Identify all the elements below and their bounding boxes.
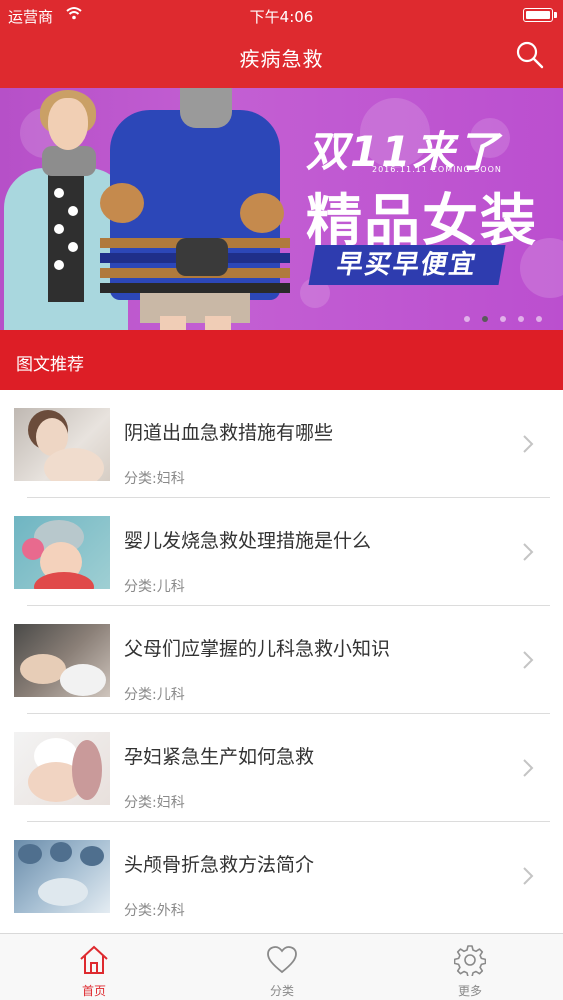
banner-fur-cuff	[100, 183, 144, 223]
article-category: 分类:妇科	[124, 471, 185, 487]
tab-more[interactable]: 更多	[376, 934, 563, 1000]
article-thumbnail	[14, 840, 110, 913]
banner-model2-bag	[176, 238, 228, 276]
article-title: 婴儿发烧急救处理措施是什么	[124, 530, 372, 552]
banner-pattern-dot	[54, 260, 64, 270]
chevron-right-icon	[523, 435, 534, 453]
list-item[interactable]: 阴道出血急救措施有哪些 分类:妇科	[0, 390, 563, 498]
banner-pattern-dot	[68, 242, 78, 252]
tab-bar: 首页 分类 更多	[0, 933, 563, 1000]
banner-pattern-dot	[54, 188, 64, 198]
banner-pattern-dot	[54, 224, 64, 234]
article-title: 孕妇紧急生产如何急救	[124, 746, 315, 768]
carousel-indicator[interactable]	[464, 316, 549, 324]
chevron-right-icon	[523, 867, 534, 885]
home-icon	[80, 945, 108, 974]
banner-model2-skirt	[140, 293, 250, 323]
thumbnail-shoulder	[44, 448, 104, 481]
article-title: 头颅骨折急救方法简介	[124, 854, 315, 876]
promo-banner[interactable]: 双11来了 2016.11.11 COMING SOON 精品女装 早买早便宜	[0, 88, 563, 330]
chevron-right-icon	[523, 759, 534, 777]
article-category: 分类:妇科	[124, 795, 185, 811]
list-item[interactable]: 婴儿发烧急救处理措施是什么 分类:儿科	[0, 498, 563, 606]
tab-label: 分类	[269, 984, 294, 998]
banner-model2-leg	[160, 316, 186, 330]
thumbnail-surgeon	[18, 844, 42, 864]
list-item[interactable]: 头颅骨折急救方法简介 分类:外科	[0, 822, 563, 930]
tab-home[interactable]: 首页	[0, 934, 188, 1000]
article-title: 父母们应掌握的儿科急救小知识	[124, 638, 391, 660]
list-item[interactable]: 孕妇紧急生产如何急救 分类:妇科	[0, 714, 563, 822]
banner-model2-scarf	[180, 88, 232, 128]
carousel-dot[interactable]	[518, 316, 525, 322]
article-category: 分类:儿科	[124, 579, 185, 595]
status-time: 下午4:06	[249, 8, 314, 26]
banner-model-face	[48, 98, 88, 150]
banner-model-scarf	[42, 146, 96, 176]
carousel-dot[interactable]	[464, 316, 470, 322]
banner-pattern-dot	[68, 206, 78, 216]
banner-date: 2016.11.11 COMING SOON	[372, 165, 502, 174]
section-title: 图文推荐	[16, 355, 84, 375]
article-list: 阴道出血急救措施有哪些 分类:妇科 婴儿发烧急救处理措施是什么 分类:儿科 父母…	[0, 390, 563, 933]
list-item[interactable]: 父母们应掌握的儿科急救小知识 分类:儿科	[0, 606, 563, 714]
thumbnail-table	[38, 878, 88, 906]
heart-icon	[267, 946, 297, 974]
banner-tag: 早买早便宜	[308, 245, 506, 285]
carousel-dot-active[interactable]	[482, 316, 489, 322]
article-title: 阴道出血急救措施有哪些	[124, 422, 334, 444]
section-header: 图文推荐	[0, 330, 563, 390]
tab-label: 更多	[457, 984, 482, 998]
article-category: 分类:外科	[124, 903, 185, 919]
article-thumbnail	[14, 408, 110, 481]
status-bar: 运营商 下午4:06	[0, 0, 563, 30]
carousel-dot[interactable]	[536, 316, 543, 322]
page-title: 疾病急救	[239, 47, 324, 71]
thumbnail-clothes	[34, 572, 94, 589]
chevron-right-icon	[523, 543, 534, 561]
banner-coat-stripe	[100, 283, 290, 293]
thumbnail-person	[72, 740, 102, 800]
article-thumbnail	[14, 732, 110, 805]
article-thumbnail	[14, 624, 110, 697]
top-bar: 运营商 下午4:06 疾病急救	[0, 0, 563, 88]
article-thumbnail	[14, 516, 110, 589]
thumbnail-surgeon	[50, 842, 72, 862]
thumbnail-surgeon	[80, 846, 104, 866]
app-screen: 运营商 下午4:06 疾病急救 双11来了 2016.11.11 COMING …	[0, 0, 563, 1000]
search-icon[interactable]	[515, 40, 545, 70]
banner-model2-leg	[205, 316, 231, 330]
battery-icon	[523, 8, 557, 22]
tab-category[interactable]: 分类	[188, 934, 376, 1000]
tab-label: 首页	[81, 984, 106, 998]
banner-fur-cuff	[240, 193, 284, 233]
carousel-dot[interactable]	[500, 316, 507, 322]
thumbnail-cloth	[60, 664, 106, 696]
gear-icon	[454, 945, 486, 976]
article-category: 分类:儿科	[124, 687, 185, 703]
chevron-right-icon	[523, 651, 534, 669]
